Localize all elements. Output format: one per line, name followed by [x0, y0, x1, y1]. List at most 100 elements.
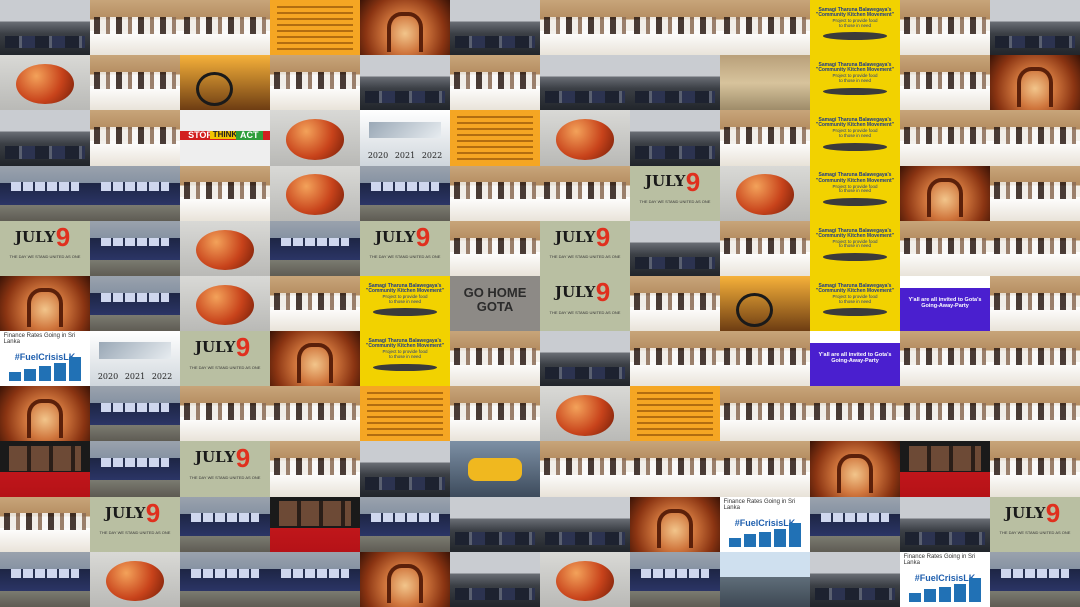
chart-title-text: Finance Rates Going in Sri Lanka: [723, 498, 796, 511]
chart-bar: [729, 538, 742, 548]
act-sign-text: ACT: [235, 130, 263, 140]
july-day-text: 9: [235, 332, 251, 363]
mosaic-tile-meeting: [540, 441, 630, 498]
chart-bars: [729, 521, 801, 548]
mosaic-tile-traffic: [540, 331, 630, 388]
mosaic-tile-meeting: [90, 0, 180, 56]
mosaic-tile-meeting: [450, 220, 540, 277]
kitchen-body-text: Project to provide food to those in need: [382, 349, 428, 359]
chart-bar: [23, 368, 37, 382]
july-day-text: 9: [145, 497, 161, 528]
mosaic-tile-july: JULY 9 THE DAY WE STAND UNITED AS ONE: [180, 331, 270, 388]
mosaic-tile-traffic: [540, 496, 630, 553]
july-day-text: 9: [1045, 497, 1061, 528]
mosaic-tile-bus: [90, 165, 180, 222]
mosaic-tile-meeting: [720, 220, 810, 277]
mosaic-tile-traffic: [810, 551, 900, 607]
mosaic-tile-bus: [990, 551, 1080, 607]
mosaic-tile-july: JULY 9 THE DAY WE STAND UNITED AS ONE: [990, 496, 1080, 553]
mosaic-tile-july: JULY 9 THE DAY WE STAND UNITED AS ONE: [540, 220, 630, 277]
tweet-text: Y'all are all invited to Gota's Going-Aw…: [818, 352, 892, 365]
july-subtitle-text: THE DAY WE STAND UNITED AS ONE: [639, 199, 711, 205]
mosaic-tile-monument: [900, 165, 990, 222]
july-day-text: 9: [415, 222, 431, 253]
mosaic-tile-meeting: [630, 275, 720, 332]
mosaic-tile-traffic: [630, 220, 720, 277]
mosaic-tile-meeting: [450, 55, 540, 112]
mosaic-tile-monument: [990, 55, 1080, 112]
mosaic-tile-notice: [630, 386, 720, 443]
year-2022-text: 2022: [421, 150, 443, 160]
mosaic-tile-bus: [90, 386, 180, 443]
mosaic-tile-meeting: [180, 165, 270, 222]
july-subtitle-text: THE DAY WE STAND UNITED AS ONE: [189, 364, 261, 370]
mosaic-tile-meeting: [990, 331, 1080, 388]
mosaic-tile-bus: [90, 220, 180, 277]
july-subtitle-text: THE DAY WE STAND UNITED AS ONE: [999, 530, 1071, 536]
mosaic-tile-july: JULY 9 THE DAY WE STAND UNITED AS ONE: [360, 220, 450, 277]
mosaic-tile-tweet: Y'all are all invited to Gota's Going-Aw…: [810, 331, 900, 388]
chart-bar: [68, 357, 81, 382]
mosaic-tile-jcb: [450, 441, 540, 498]
mosaic-tile-calendar: 2020 2021 2022: [360, 110, 450, 167]
kitchen-title-text: Samagi Tharuna Balawegaya's "Community K…: [815, 62, 895, 74]
mosaic-tile-meeting: [270, 386, 360, 443]
kitchen-title-text: Samagi Tharuna Balawegaya's "Community K…: [815, 6, 895, 19]
mosaic-tile-traffic: [0, 110, 90, 167]
mosaic-tile-ggrid: Finance Rates Going in Sri Lanka #FuelCri…: [900, 551, 990, 607]
mosaic-tile-meeting: [990, 441, 1080, 498]
mosaic-tile-meeting: [90, 55, 180, 112]
kitchen-title-text: Samagi Tharuna Balawegaya's "Community K…: [815, 227, 895, 239]
july-subtitle-text: THE DAY WE STAND UNITED AS ONE: [369, 254, 441, 260]
mosaic-tile-traffic: [450, 551, 540, 607]
mosaic-tile-meeting: [450, 386, 540, 443]
mosaic-tile-notice: [270, 0, 360, 56]
kitchen-body-text: Project to provide food to those in need: [832, 293, 878, 304]
mosaic-tile-mango: [540, 110, 630, 167]
mosaic-tile-meeting: [900, 0, 990, 56]
mosaic-tile-july: JULY 9 THE DAY WE STAND UNITED AS ONE: [540, 275, 630, 332]
kitchen-title-text: Samagi Tharuna Balawegaya's "Community K…: [365, 282, 445, 294]
mosaic-tile-meeting: [990, 386, 1080, 443]
mosaic-tile-meeting: [630, 441, 720, 498]
july-subtitle-text: THE DAY WE STAND UNITED AS ONE: [9, 254, 81, 260]
mosaic-tile-mango: [180, 220, 270, 277]
mosaic-tile-bike: [180, 55, 270, 112]
mosaic-tile-kitchen: Samagi Tharuna Balawegaya's "Community K…: [810, 0, 900, 56]
mosaic-tile-kitchen: Samagi Tharuna Balawegaya's "Community K…: [810, 55, 900, 112]
mosaic-tile-kitchen: Samagi Tharuna Balawegaya's "Community K…: [810, 220, 900, 277]
kitchen-body-text: Project to provide food to those in need: [832, 238, 878, 249]
chart-bar: [953, 584, 966, 603]
mosaic-tile-ggrid: Finance Rates Going in Sri Lanka #FuelCri…: [0, 331, 90, 388]
mosaic-tile-traffic: [900, 496, 990, 553]
july-day-text: 9: [235, 442, 251, 473]
mosaic-tile-bus: [90, 441, 180, 498]
mosaic-tile-mango: [540, 386, 630, 443]
mosaic-tile-bus: [90, 275, 180, 332]
chart-bar: [909, 593, 922, 603]
mosaic-tile-meeting: [720, 441, 810, 498]
kitchen-title-text: Samagi Tharuna Balawegaya's "Community K…: [815, 282, 895, 294]
mosaic-tile-bus: [180, 496, 270, 553]
july-subtitle-text: THE DAY WE STAND UNITED AS ONE: [549, 309, 621, 315]
mosaic-tile-notice: [360, 386, 450, 443]
mosaic-tile-meeting: [810, 386, 900, 443]
year-2022-text: 2022: [151, 371, 173, 381]
chart-title-text: Finance Rates Going in Sri Lanka: [903, 554, 976, 567]
mosaic-tile-mango: [90, 551, 180, 607]
mosaic-tile-traffic: [540, 55, 630, 112]
kitchen-title-text: Samagi Tharuna Balawegaya's "Community K…: [815, 172, 895, 184]
mosaic-tile-kitchen: Samagi Tharuna Balawegaya's "Community K…: [810, 275, 900, 332]
chart-bar: [788, 522, 801, 548]
chart-bars: [9, 356, 81, 382]
mosaic-tile-traffic: [0, 0, 90, 56]
tweet-text: Y'all are all invited to Gota's Going-Aw…: [908, 297, 982, 310]
kitchen-body-text: Project to provide food to those in need: [832, 18, 878, 28]
mosaic-tile-mango: [270, 110, 360, 167]
mosaic-tile-tweet: Y'all are all invited to Gota's Going-Aw…: [900, 275, 990, 332]
mosaic-tile-meeting: [990, 165, 1080, 222]
mosaic-tile-meeting: [900, 55, 990, 112]
mosaic-tile-mango: [180, 275, 270, 332]
mosaic-tile-kitchen: Samagi Tharuna Balawegaya's "Community K…: [360, 331, 450, 388]
mosaic-tile-monument: [0, 386, 90, 443]
